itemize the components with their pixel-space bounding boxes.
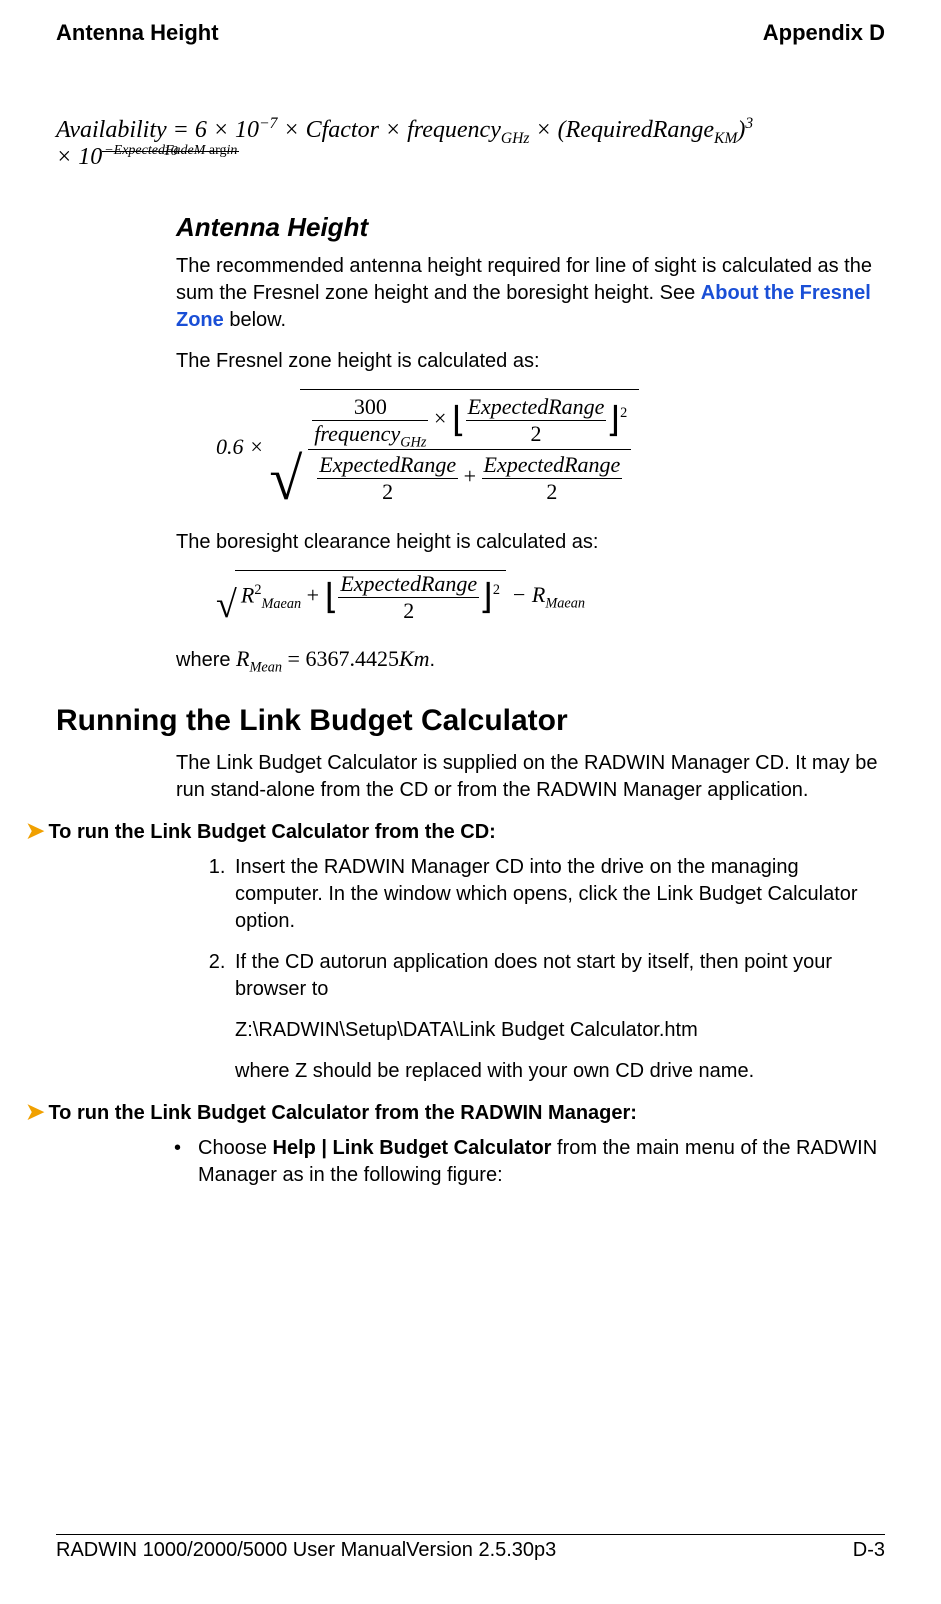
- page-header: Antenna Height Appendix D: [56, 20, 885, 46]
- cd-step-1: Insert the RADWIN Manager CD into the dr…: [231, 854, 885, 935]
- manager-steps-list: Choose Help | Link Budget Calculator fro…: [176, 1135, 885, 1189]
- availability-equation: Availability = 6 × 10−7 × Cfactor × freq…: [56, 116, 885, 172]
- header-left: Antenna Height: [56, 20, 219, 46]
- caret-icon: ➤: [26, 1099, 44, 1125]
- fresnel-height-intro: The Fresnel zone height is calculated as…: [176, 348, 885, 375]
- boresight-intro: The boresight clearance height is calcul…: [176, 529, 885, 556]
- page-footer: RADWIN 1000/2000/5000 User ManualVersion…: [56, 1534, 885, 1562]
- running-lbc-heading: Running the Link Budget Calculator: [56, 704, 885, 738]
- header-right: Appendix D: [763, 20, 885, 46]
- antenna-height-heading: Antenna Height: [176, 212, 885, 243]
- running-lbc-intro: The Link Budget Calculator is supplied o…: [176, 750, 885, 804]
- rmean-definition: where RMean = 6367.4425Km.: [176, 644, 885, 674]
- cd-step-2: If the CD autorun application does not s…: [231, 949, 885, 1085]
- footer-right: D-3: [853, 1539, 885, 1562]
- fresnel-height-equation: 0.6 × √ 300frequencyGHz × ⌊ExpectedRange…: [216, 389, 885, 509]
- footer-left: RADWIN 1000/2000/5000 User ManualVersion…: [56, 1539, 556, 1562]
- manager-step-1: Choose Help | Link Budget Calculator fro…: [198, 1135, 885, 1189]
- run-from-manager-heading: ➤To run the Link Budget Calculator from …: [26, 1099, 885, 1125]
- antenna-height-intro: The recommended antenna height required …: [176, 253, 885, 334]
- cd-steps-list: Insert the RADWIN Manager CD into the dr…: [176, 854, 885, 1085]
- boresight-equation: √ R2Maean + ⌊ExpectedRange2⌋2 − RMaean: [216, 570, 885, 624]
- footer-rule: [56, 1534, 885, 1535]
- run-from-cd-heading: ➤To run the Link Budget Calculator from …: [26, 818, 885, 844]
- caret-icon: ➤: [26, 818, 44, 844]
